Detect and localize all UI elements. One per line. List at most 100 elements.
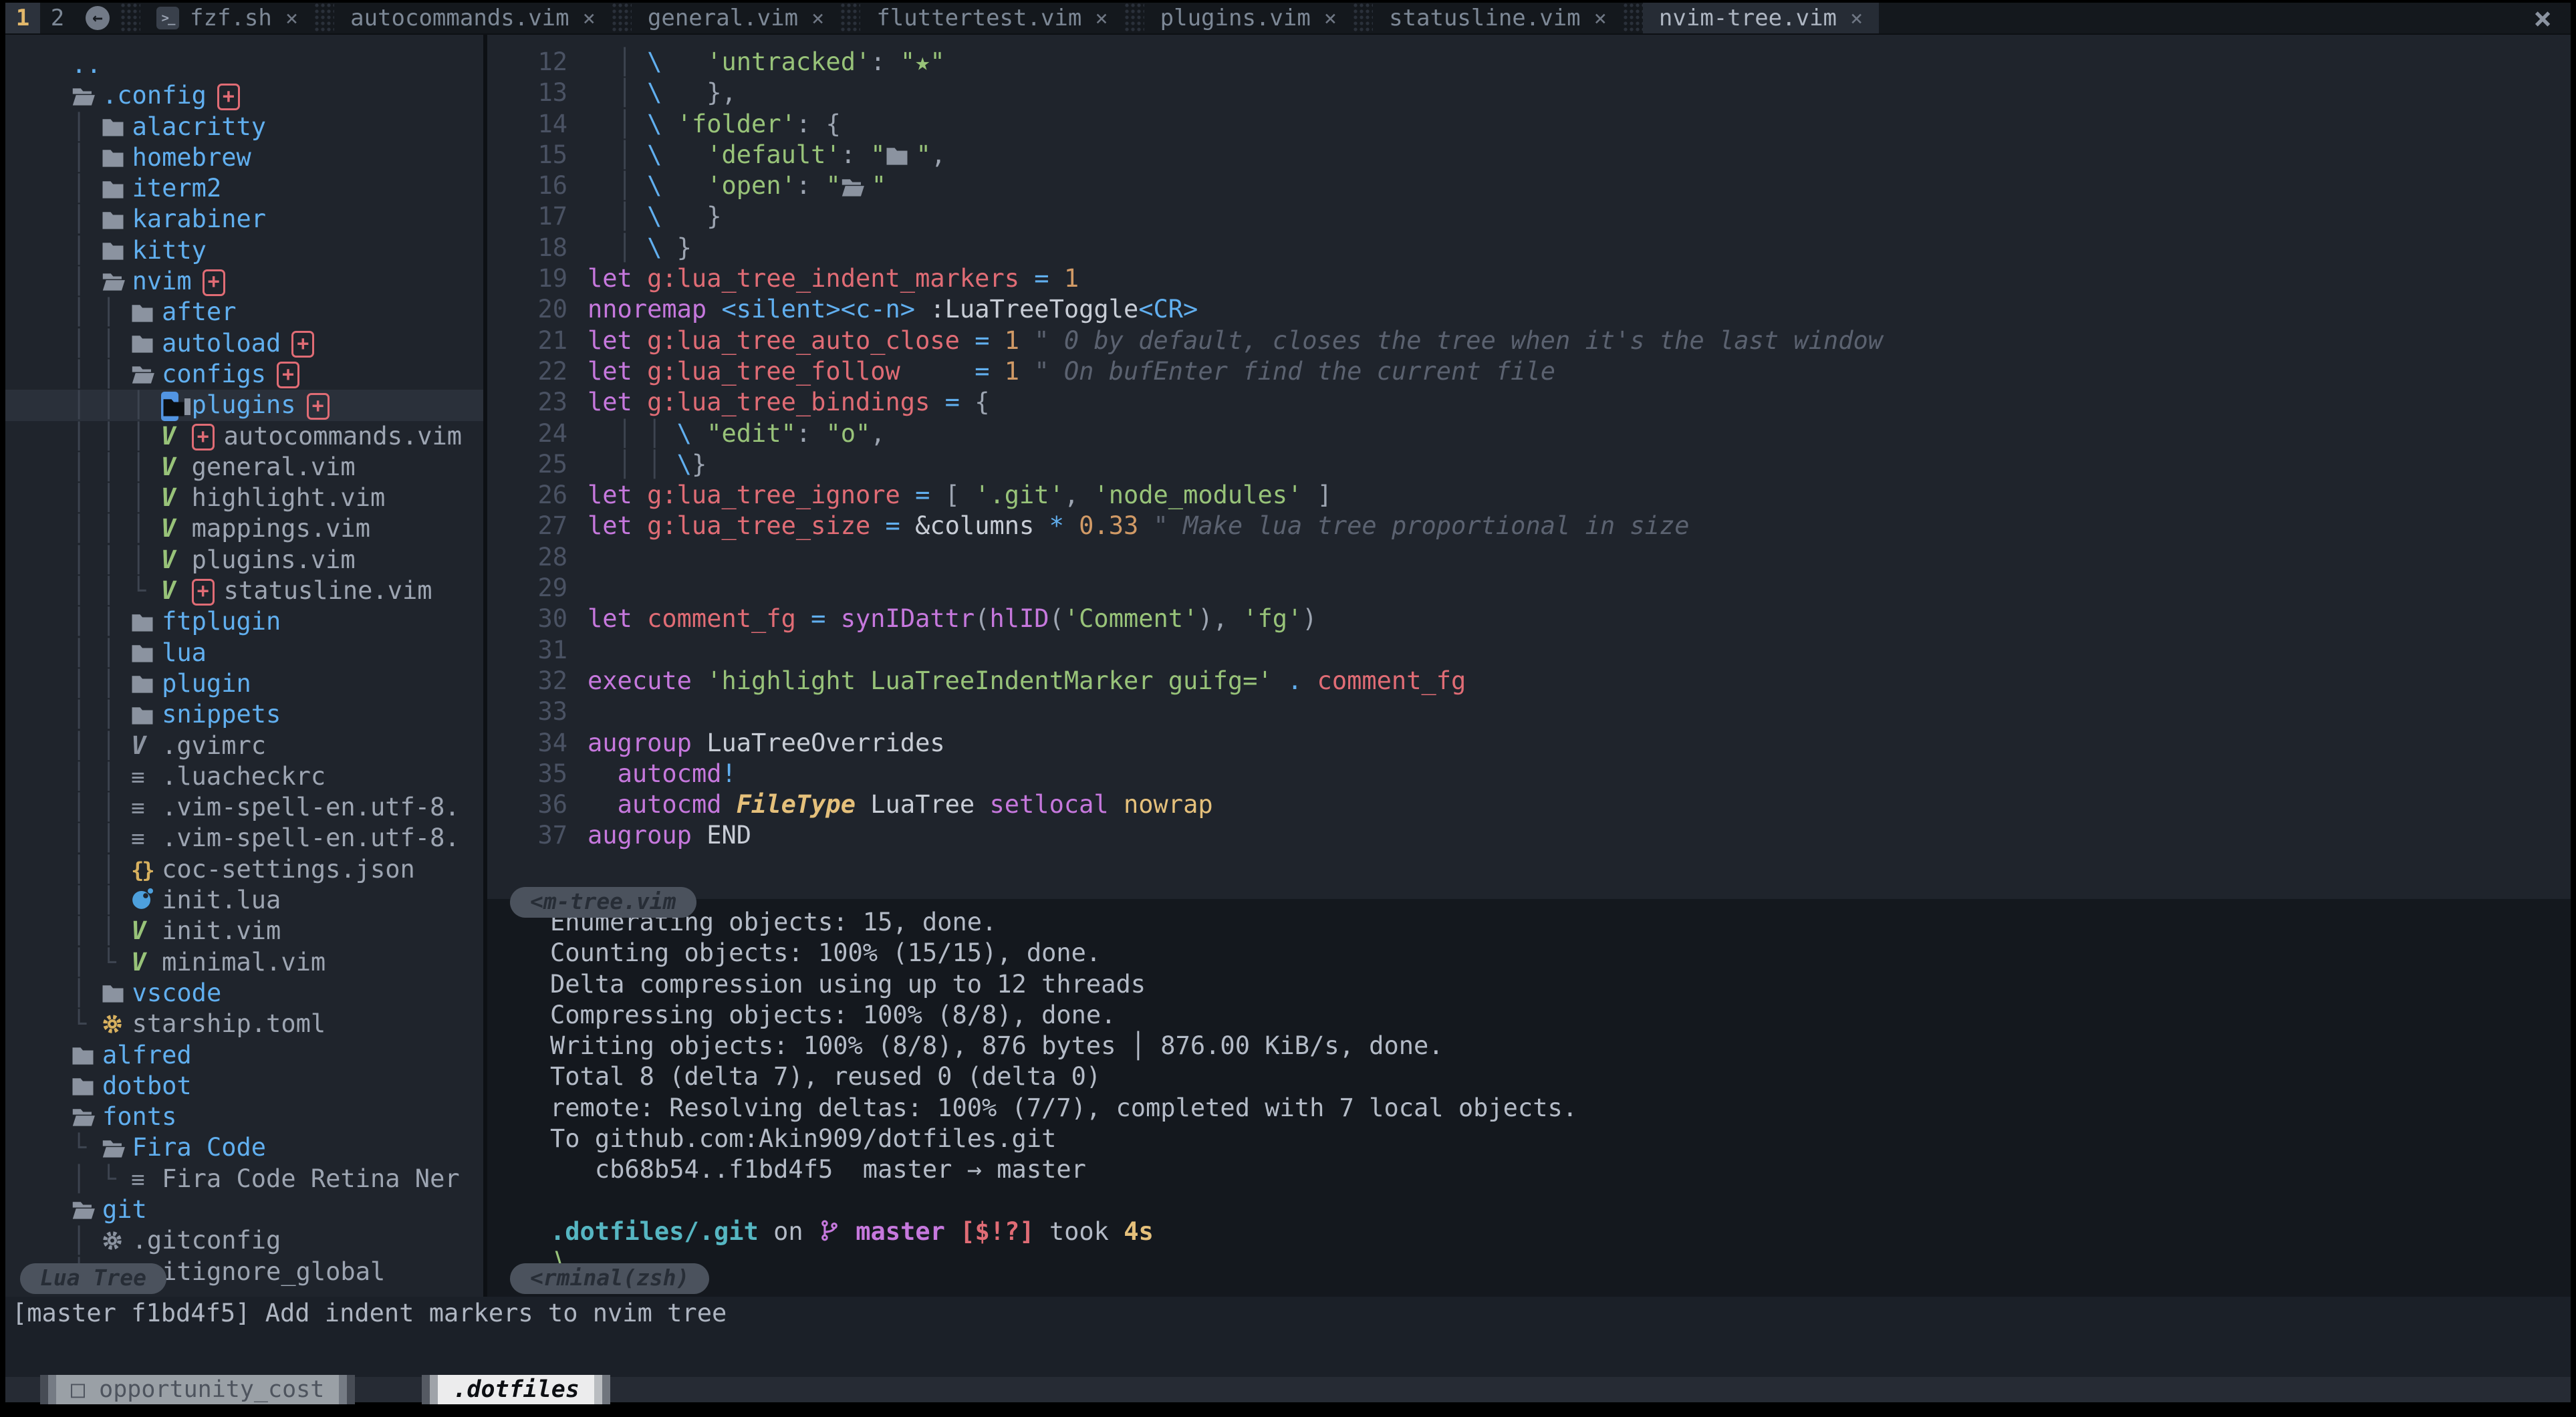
tree-item-autoload[interactable]: │ │ autoload+	[5, 328, 483, 359]
code-line-36[interactable]: 36 autocmd FileType LuaTree setlocal now…	[487, 789, 2571, 820]
code-line-15[interactable]: 15 │ \ 'default': "",	[487, 140, 2571, 170]
line-number: 26	[487, 480, 588, 511]
tree-item-mappings.vim[interactable]: │ │ │ Vmappings.vim	[5, 513, 483, 544]
code-line-33[interactable]: 33	[487, 696, 2571, 727]
tab-separator	[1124, 3, 1144, 33]
tmux-window-number-2[interactable]: 2	[40, 3, 75, 33]
tree-item-starship.toml[interactable]: └ starship.toml	[5, 1009, 483, 1039]
text-segment: let	[588, 604, 632, 633]
code-line-27[interactable]: 27let g:lua_tree_size = &columns * 0.33 …	[487, 511, 2571, 541]
tree-item-git[interactable]: git	[5, 1194, 483, 1225]
tree-item-nvim[interactable]: │ nvim+	[5, 266, 483, 297]
tree-item-after[interactable]: │ │ after	[5, 297, 483, 328]
code-line-31[interactable]: 31	[487, 635, 2571, 666]
tree-item-alfred[interactable]: alfred	[5, 1040, 483, 1071]
tree-item-iterm2[interactable]: │ iterm2	[5, 173, 483, 204]
tree-item-.gvimrc[interactable]: │ │ V.gvimrc	[5, 731, 483, 761]
tree-item-plugin[interactable]: │ │ plugin	[5, 668, 483, 699]
tab-close-icon[interactable]: ×	[583, 5, 596, 31]
line-number: 29	[487, 573, 588, 604]
tree-item-homebrew[interactable]: │ homebrew	[5, 142, 483, 173]
back-arrow-icon[interactable]: ←	[86, 6, 110, 30]
tree-item-karabiner[interactable]: │ karabiner	[5, 204, 483, 235]
code-line-21[interactable]: 21let g:lua_tree_auto_close = 1 " 0 by d…	[487, 326, 2571, 356]
code-line-18[interactable]: 18 │ \ }	[487, 233, 2571, 263]
text-segment: <silent><c-n>	[722, 295, 916, 324]
tab-fluttertest.vim[interactable]: Vfluttertest.vim×	[860, 3, 1124, 33]
code-line-23[interactable]: 23let g:lua_tree_bindings = {	[487, 387, 2571, 418]
tree-item-init.vim[interactable]: │ │ Vinit.vim	[5, 916, 483, 946]
code-line-13[interactable]: 13 │ \ },	[487, 78, 2571, 108]
tree-item-kitty[interactable]: │ kitty	[5, 235, 483, 266]
tab-fzf.sh[interactable]: >_fzf.sh×	[140, 3, 314, 33]
code-line-14[interactable]: 14 │ \ 'folder': {	[487, 109, 2571, 140]
code-line-16[interactable]: 16 │ \ 'open': ""	[487, 170, 2571, 201]
code-line-24[interactable]: 24 │ │ \ "edit": "o",	[487, 418, 2571, 449]
code-line-19[interactable]: 19let g:lua_tree_indent_markers = 1	[487, 263, 2571, 294]
text-segment: let	[588, 388, 632, 416]
terminal-split[interactable]: Enumerating objects: 15, done.Counting o…	[487, 899, 2571, 1297]
tree-item-Fira-Code[interactable]: └ Fira Code	[5, 1132, 483, 1163]
code-text: let g:lua_tree_bindings = {	[588, 387, 989, 418]
tree-item-.vim-spell-en.utf-8.[interactable]: │ │ ≡.vim-spell-en.utf-8.	[5, 823, 483, 854]
code-line-28[interactable]: 28	[487, 542, 2571, 573]
code-line-26[interactable]: 26let g:lua_tree_ignore = [ '.git', 'nod…	[487, 480, 2571, 511]
editor-window[interactable]: 12 │ \ 'untracked': "★"13 │ \ },14 │ \ '…	[487, 35, 2571, 899]
tmux-window-number-1[interactable]: 1	[5, 3, 40, 33]
text-segment	[662, 47, 706, 76]
tab-nvim-tree.vim[interactable]: Vnvim-tree.vim×	[1643, 3, 1879, 33]
tree-item-snippets[interactable]: │ │ snippets	[5, 699, 483, 730]
tmux-window-.dotfiles[interactable]: .dotfiles	[422, 1375, 610, 1404]
tab-close-icon[interactable]: ×	[285, 5, 298, 31]
tree-item-plugins[interactable]: │ │ │ plugins+	[5, 390, 483, 420]
tree-item-lua[interactable]: │ │ lua	[5, 638, 483, 668]
tree-item-fonts[interactable]: fonts	[5, 1102, 483, 1132]
code-line-34[interactable]: 34augroup LuaTreeOverrides	[487, 728, 2571, 759]
code-line-20[interactable]: 20nnoremap <silent><c-n> :LuaTreeToggle<…	[487, 294, 2571, 325]
tree-item-configs[interactable]: │ │ configs+	[5, 359, 483, 390]
tree-item-vscode[interactable]: │ vscode	[5, 978, 483, 1009]
text-segment: [	[930, 481, 975, 509]
tab-close-icon[interactable]: ×	[811, 5, 824, 31]
tabline-close-icon[interactable]: ×	[2533, 3, 2571, 36]
code-line-12[interactable]: 12 │ \ 'untracked': "★"	[487, 47, 2571, 78]
tree-item-highlight.vim[interactable]: │ │ │ Vhighlight.vim	[5, 483, 483, 513]
tab-close-icon[interactable]: ×	[1095, 5, 1108, 31]
code-line-25[interactable]: 25 │ │ \}	[487, 449, 2571, 480]
tree-item-.config[interactable]: .config+	[5, 80, 483, 111]
tab-statusline.vim[interactable]: Vstatusline.vim×	[1373, 3, 1623, 33]
tree-item-general.vim[interactable]: │ │ │ Vgeneral.vim	[5, 452, 483, 483]
text-segment	[632, 388, 647, 416]
tree-item-coc-settings.json[interactable]: │ │ {}coc-settings.json	[5, 854, 483, 885]
tree-item-.luacheckrc[interactable]: │ │ ≡.luacheckrc	[5, 761, 483, 792]
code-line-17[interactable]: 17 │ \ }	[487, 201, 2571, 232]
tab-close-icon[interactable]: ×	[1324, 5, 1337, 31]
tab-general.vim[interactable]: Vgeneral.vim×	[632, 3, 840, 33]
tree-item-..[interactable]: ..	[5, 49, 483, 80]
tree-item-dotbot[interactable]: dotbot	[5, 1071, 483, 1102]
code-line-35[interactable]: 35 autocmd!	[487, 759, 2571, 789]
tab-plugins.vim[interactable]: Vplugins.vim×	[1144, 3, 1353, 33]
folder-open-icon	[72, 1195, 102, 1225]
tab-autocommands.vim[interactable]: Vautocommands.vim×	[334, 3, 612, 33]
tree-item-minimal.vim[interactable]: │ └ Vminimal.vim	[5, 947, 483, 978]
tree-item-ftplugin[interactable]: │ │ ftplugin	[5, 606, 483, 637]
indent-guides: │ └	[72, 1164, 131, 1193]
tree-item-label: configs	[162, 360, 266, 388]
tree-item-Fira-Code-Retina-Ner[interactable]: │ └ ≡Fira Code Retina Ner	[5, 1164, 483, 1194]
tab-close-icon[interactable]: ×	[1850, 5, 1863, 31]
tree-item-autocommands.vim[interactable]: │ │ │ V+autocommands.vim	[5, 421, 483, 452]
tree-item-init.lua[interactable]: │ │ init.lua	[5, 885, 483, 916]
tree-item-plugins.vim[interactable]: │ │ │ Vplugins.vim	[5, 545, 483, 575]
tmux-window-opportunity_cost[interactable]: □ opportunity_cost	[40, 1375, 355, 1404]
code-line-29[interactable]: 29	[487, 573, 2571, 604]
code-line-30[interactable]: 30let comment_fg = synIDattr(hlID('Comme…	[487, 604, 2571, 634]
code-line-32[interactable]: 32execute 'highlight LuaTreeIndentMarker…	[487, 666, 2571, 696]
tab-close-icon[interactable]: ×	[1594, 5, 1607, 31]
tree-item-statusline.vim[interactable]: │ │ └ V+statusline.vim	[5, 575, 483, 606]
tree-item-alacritty[interactable]: │ alacritty	[5, 112, 483, 142]
tree-item-.gitconfig[interactable]: │ .gitconfig	[5, 1225, 483, 1256]
tree-item-.vim-spell-en.utf-8.[interactable]: │ │ ≡.vim-spell-en.utf-8.	[5, 792, 483, 823]
code-line-37[interactable]: 37augroup END	[487, 820, 2571, 851]
code-line-22[interactable]: 22let g:lua_tree_follow = 1 " On bufEnte…	[487, 356, 2571, 387]
